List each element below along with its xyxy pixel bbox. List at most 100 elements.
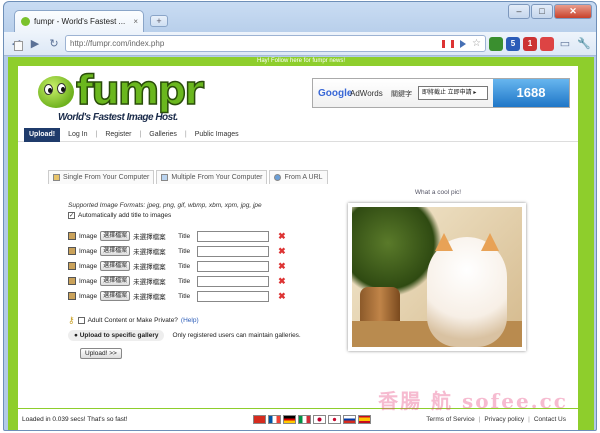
new-tab-button[interactable]: + <box>150 15 168 27</box>
browser-tab[interactable]: fumpr - World's Fastest ... × <box>14 10 144 32</box>
site-page: fumpr World's Fastest Image Host. Google… <box>18 66 578 430</box>
flag-es-icon[interactable] <box>357 415 371 424</box>
image-icon <box>68 292 76 300</box>
adwords-label: AdWords <box>350 89 383 98</box>
window-controls: – □ ✕ <box>508 4 592 19</box>
google-logo: Google <box>318 88 353 99</box>
auto-title-row: ✓ Automatically add title to images <box>68 212 328 219</box>
upload-mode-tabs: Single From Your Computer Multiple From … <box>48 170 330 184</box>
adult-private-label: Adult Content or Make Private? <box>87 317 178 324</box>
star-icon[interactable]: ☆ <box>472 38 481 49</box>
gmail-icon[interactable]: 1 <box>523 36 537 51</box>
tab-strip: fumpr - World's Fastest ... × + – □ ✕ <box>4 2 596 32</box>
wrench-icon[interactable]: 🔧 <box>576 36 592 52</box>
choose-file-button[interactable]: 選擇檔案 <box>100 246 131 256</box>
nav-upload[interactable]: Upload! <box>24 127 61 142</box>
flag-it-icon[interactable] <box>297 415 311 424</box>
file-status: 未選擇檔案 <box>133 234 166 241</box>
cat-photo <box>348 203 526 351</box>
privacy-link[interactable]: Privacy policy <box>484 416 524 423</box>
upload-form: Supported Image Formats: jpeg, png, gif,… <box>68 202 328 359</box>
extension-green-icon[interactable] <box>489 36 503 51</box>
title-input[interactable] <box>197 290 270 302</box>
image-icon <box>68 277 76 285</box>
key-icon: ⚷ <box>68 315 75 325</box>
gallery-row: ● Upload to specific gallery Only regist… <box>68 330 328 341</box>
choose-file-button[interactable]: 選擇檔案 <box>100 231 131 241</box>
gallery-radio[interactable]: ● Upload to specific gallery <box>68 330 165 341</box>
logo-face-icon <box>38 76 74 108</box>
image-row: Image 選擇檔案 未選擇檔案 Title ✖ <box>68 274 328 288</box>
watermark: 香腸 航 sofee.cc <box>378 389 568 413</box>
file-status: 未選擇檔案 <box>133 279 166 286</box>
reload-icon[interactable]: ↻ <box>46 36 62 52</box>
maximize-button[interactable]: □ <box>531 4 553 19</box>
title-input[interactable] <box>197 245 270 257</box>
flag-cn-icon[interactable] <box>252 415 266 424</box>
flag-jp-icon[interactable] <box>312 415 326 424</box>
url-text: http://fumpr.com/index.php <box>70 39 165 48</box>
follow-banner[interactable]: Hay! Follow here for fumpr news! <box>8 57 594 66</box>
preview-caption: What a cool pic! <box>414 189 462 196</box>
address-bar[interactable]: http://fumpr.com/index.php ☆ <box>14 35 486 52</box>
flag-ru-icon[interactable] <box>342 415 356 424</box>
flag-kr-icon[interactable] <box>327 415 341 424</box>
remove-icon[interactable]: ✖ <box>278 276 286 287</box>
auto-title-checkbox[interactable]: ✓ <box>68 212 75 219</box>
play-icon[interactable] <box>460 39 467 48</box>
keyword-label: 關鍵字 <box>391 91 412 98</box>
site-header: fumpr World's Fastest Image Host. Google… <box>18 66 578 128</box>
nav-register[interactable]: Register <box>97 131 139 138</box>
supported-formats: Supported Image Formats: jpeg, png, gif,… <box>68 202 262 209</box>
page-menu-icon[interactable]: ▭ <box>557 36 573 52</box>
contact-link[interactable]: Contact Us <box>534 416 566 423</box>
auto-title-label: Automatically add title to images <box>78 212 172 219</box>
choose-file-button[interactable]: 選擇檔案 <box>100 291 131 301</box>
close-window-button[interactable]: ✕ <box>554 4 592 19</box>
image-icon <box>68 232 76 240</box>
close-tab-icon[interactable]: × <box>133 17 138 26</box>
page-viewport: Hay! Follow here for fumpr news! fumpr W… <box>8 57 594 430</box>
choose-file-button[interactable]: 選擇檔案 <box>100 261 131 271</box>
remove-icon[interactable]: ✖ <box>278 261 286 272</box>
globe-icon <box>274 174 282 181</box>
choose-file-button[interactable]: 選擇檔案 <box>100 276 131 286</box>
adult-private-checkbox[interactable] <box>77 317 85 324</box>
flag-de-icon[interactable] <box>282 415 296 424</box>
gallery-note: Only registered users can maintain galle… <box>172 332 301 339</box>
footer-links: Terms of Service | Privacy policy | Cont… <box>426 416 566 423</box>
tab-single-upload[interactable]: Single From Your Computer <box>48 170 155 184</box>
logo-tagline: World's Fastest Image Host. <box>58 112 178 123</box>
remove-icon[interactable]: ✖ <box>278 291 286 302</box>
remove-icon[interactable]: ✖ <box>278 246 286 257</box>
title-input[interactable] <box>197 230 270 242</box>
title-input[interactable] <box>197 260 270 272</box>
terms-link[interactable]: Terms of Service <box>426 416 474 423</box>
remove-icon[interactable]: ✖ <box>278 231 286 242</box>
nav-public-images[interactable]: Public Images <box>187 131 247 138</box>
nav-login[interactable]: Log In <box>60 131 95 138</box>
image-row: Image 選擇檔案 未選擇檔案 Title ✖ <box>68 259 328 273</box>
tab-title: fumpr - World's Fastest ... <box>34 17 126 26</box>
tab-multiple-upload[interactable]: Multiple From Your Computer <box>156 170 268 184</box>
file-status: 未選擇檔案 <box>133 294 166 301</box>
forward-arrow-icon[interactable]: ▶ <box>27 36 43 52</box>
tab-url-upload[interactable]: From A URL <box>269 170 328 184</box>
image-icon <box>53 174 60 181</box>
title-input[interactable] <box>197 275 270 287</box>
load-time: Loaded in 0.039 secs! That's so fast! <box>22 416 128 423</box>
image-row: Image 選擇檔案 未選擇檔案 Title ✖ <box>68 229 328 243</box>
extension-red-icon[interactable] <box>540 36 554 51</box>
fumpr-logo[interactable]: fumpr World's Fastest Image Host. <box>38 67 218 126</box>
browser-window: fumpr - World's Fastest ... × + – □ ✕ ◀ … <box>3 1 597 431</box>
ad-blue-panel: 1688 <box>493 79 569 107</box>
canada-flag-icon <box>442 39 455 48</box>
help-link[interactable]: (Help) <box>181 317 199 324</box>
adwords-banner[interactable]: Google AdWords 關鍵字 即將截止 立即申請 ▸ 1688 <box>312 78 570 108</box>
ad-keyword-box: 即將截止 立即申請 ▸ <box>418 86 488 100</box>
flag-fr-icon[interactable] <box>267 415 281 424</box>
extension-badge-icon[interactable]: 5 <box>506 36 520 51</box>
upload-button[interactable]: Upload! >> <box>80 348 122 359</box>
nav-galleries[interactable]: Galleries <box>141 131 185 138</box>
minimize-button[interactable]: – <box>508 4 530 19</box>
